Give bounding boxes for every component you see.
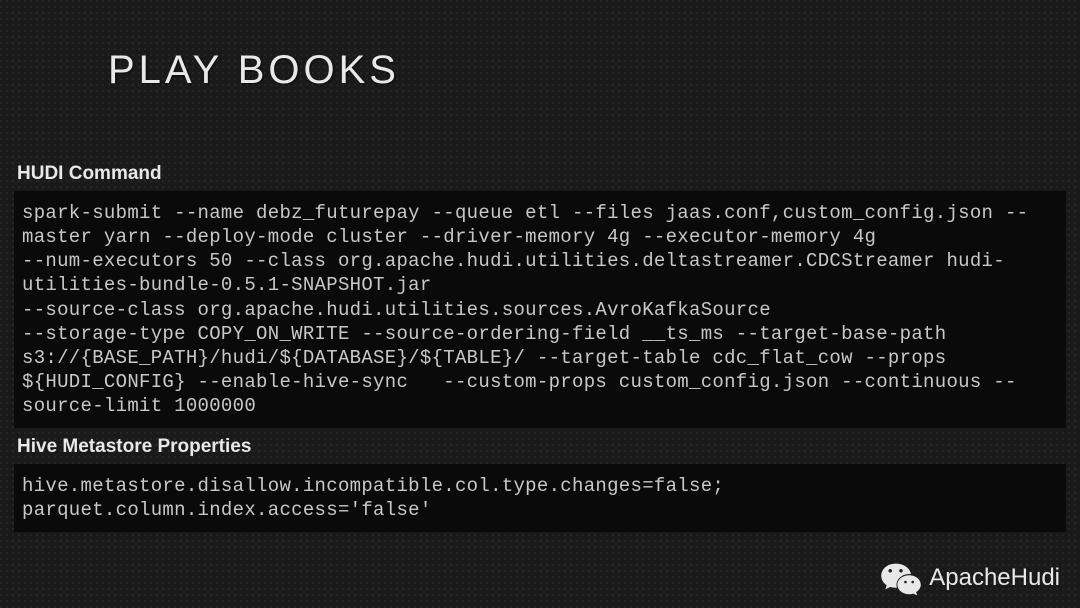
hive-properties-code: hive.metastore.disallow.incompatible.col… bbox=[14, 464, 1066, 532]
hive-properties-heading: Hive Metastore Properties bbox=[0, 428, 1080, 464]
slide-title: PLAY BOOKS bbox=[0, 0, 1080, 93]
footer-brand: ApacheHudi bbox=[879, 560, 1060, 596]
wechat-icon bbox=[879, 560, 923, 596]
hudi-command-heading: HUDI Command bbox=[0, 155, 1080, 191]
hudi-command-code: spark-submit --name debz_futurepay --que… bbox=[14, 191, 1066, 428]
footer-brand-text: ApacheHudi bbox=[929, 564, 1060, 592]
